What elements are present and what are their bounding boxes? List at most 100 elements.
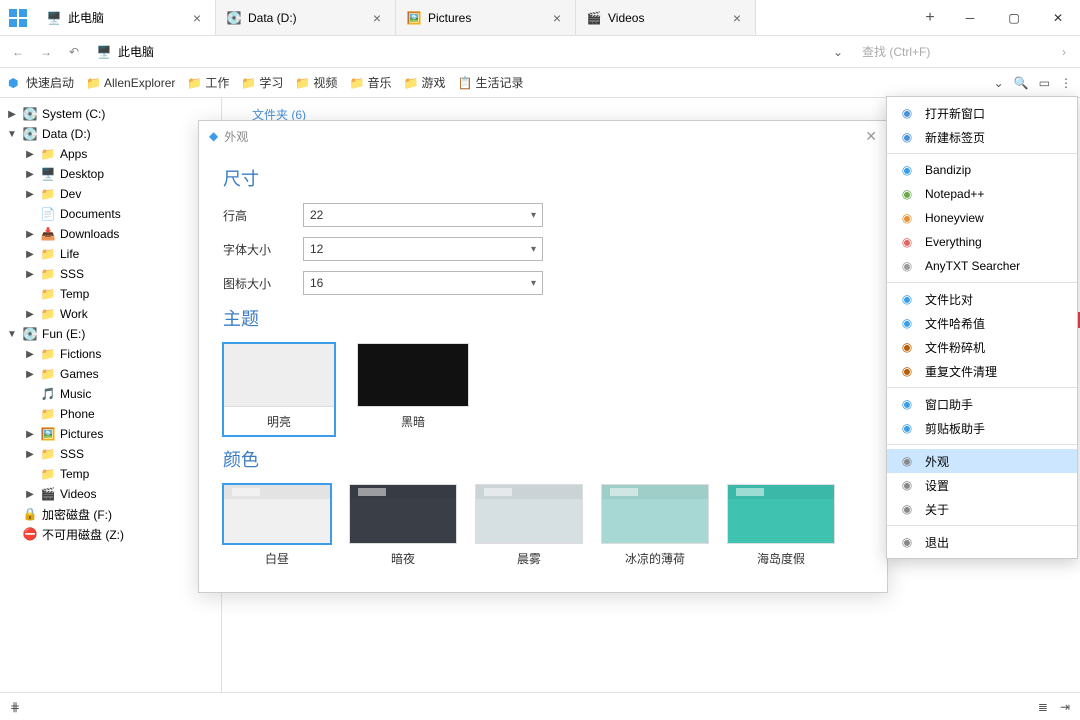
tab-close-icon[interactable]: ×: [729, 10, 745, 26]
tree-item-4[interactable]: ▶📁Dev: [0, 184, 221, 204]
dialog-close-button[interactable]: ✕: [865, 128, 877, 145]
start-button[interactable]: [0, 0, 36, 35]
tree-icon: 📁: [40, 366, 56, 382]
menu-item-1-2[interactable]: ◉Honeyview: [887, 206, 1077, 230]
tree-arrow-icon[interactable]: ▶: [24, 309, 36, 320]
tree-item-9[interactable]: 📁Temp: [0, 284, 221, 304]
bookmark-2[interactable]: 📁工作: [187, 74, 229, 91]
color-card-0[interactable]: 白昼: [223, 484, 331, 567]
bookmark-0[interactable]: ⬢快速启动: [8, 74, 74, 91]
tab-3[interactable]: 🎬Videos×: [576, 0, 756, 35]
tree-item-8[interactable]: ▶📁SSS: [0, 264, 221, 284]
tree-arrow-icon[interactable]: ▼: [6, 129, 18, 140]
nav-undo-button[interactable]: ↶: [62, 40, 86, 64]
select-rowheight[interactable]: 22▾: [303, 203, 543, 227]
tree-item-17[interactable]: ▶📁SSS: [0, 444, 221, 464]
menu-item-2-1[interactable]: ◉文件哈希值: [887, 311, 1077, 335]
tree-arrow-icon[interactable]: ▶: [24, 249, 36, 260]
tree-arrow-icon[interactable]: ▶: [24, 369, 36, 380]
menu-item-2-2[interactable]: ◉文件粉碎机: [887, 335, 1077, 359]
tree-arrow-icon[interactable]: ▶: [6, 109, 18, 120]
tree-item-10[interactable]: ▶📁Work: [0, 304, 221, 324]
theme-card-0[interactable]: 明亮: [223, 343, 335, 436]
nav-forward-button[interactable]: →: [34, 40, 58, 64]
tree-item-1[interactable]: ▼💽Data (D:): [0, 124, 221, 144]
tree-item-3[interactable]: ▶🖥️Desktop: [0, 164, 221, 184]
tree-item-0[interactable]: ▶💽System (C:): [0, 104, 221, 124]
address-path[interactable]: 🖥️ 此电脑: [90, 43, 822, 60]
tree-item-2[interactable]: ▶📁Apps: [0, 144, 221, 164]
tab-close-icon[interactable]: ×: [369, 10, 385, 26]
tab-2[interactable]: 🖼️Pictures×: [396, 0, 576, 35]
menu-item-0-0[interactable]: ◉打开新窗口: [887, 101, 1077, 125]
tree-item-5[interactable]: 📄Documents: [0, 204, 221, 224]
nav-back-button[interactable]: ←: [6, 40, 30, 64]
tree-item-12[interactable]: ▶📁Fictions: [0, 344, 221, 364]
tree-arrow-icon[interactable]: ▶: [24, 189, 36, 200]
bookmark-7[interactable]: 📋生活记录: [457, 74, 523, 91]
status-list-icon[interactable]: ≣: [1038, 700, 1048, 714]
theme-card-1[interactable]: 黑暗: [357, 343, 469, 436]
tab-0[interactable]: 🖥️此电脑×: [36, 0, 216, 35]
new-tab-button[interactable]: +: [912, 0, 948, 35]
menu-item-4-0[interactable]: ◉外观: [887, 449, 1077, 473]
tree-item-15[interactable]: 📁Phone: [0, 404, 221, 424]
tab-close-icon[interactable]: ×: [189, 10, 205, 26]
tree-item-16[interactable]: ▶🖼️Pictures: [0, 424, 221, 444]
tree-item-6[interactable]: ▶📥Downloads: [0, 224, 221, 244]
status-grid-icon[interactable]: ⋕: [10, 700, 20, 714]
panel-icon[interactable]: ▭: [1039, 76, 1050, 90]
menu-item-2-3[interactable]: ◉重复文件清理: [887, 359, 1077, 383]
tree-arrow-icon[interactable]: ▶: [24, 169, 36, 180]
minimize-button[interactable]: ─: [948, 0, 992, 35]
select-iconsize[interactable]: 16▾: [303, 271, 543, 295]
more-icon[interactable]: ⋮: [1060, 76, 1072, 90]
tree-item-21[interactable]: ⛔不可用磁盘 (Z:): [0, 524, 221, 544]
status-indent-icon[interactable]: ⇥: [1060, 700, 1070, 714]
tree-arrow-icon[interactable]: ▶: [24, 489, 36, 500]
select-fontsize[interactable]: 12▾: [303, 237, 543, 261]
bookmark-1[interactable]: 📁AllenExplorer: [86, 74, 175, 91]
search-icon[interactable]: 🔍: [1014, 76, 1029, 90]
menu-item-1-4[interactable]: ◉AnyTXT Searcher: [887, 254, 1077, 278]
menu-item-2-0[interactable]: ◉文件比对: [887, 287, 1077, 311]
tree-arrow-icon[interactable]: ▶: [24, 149, 36, 160]
tree-item-19[interactable]: ▶🎬Videos: [0, 484, 221, 504]
menu-item-4-1[interactable]: ◉设置: [887, 473, 1077, 497]
tree-arrow-icon[interactable]: ▶: [24, 229, 36, 240]
menu-item-1-3[interactable]: ◉Everything: [887, 230, 1077, 254]
menu-item-1-0[interactable]: ◉Bandizip: [887, 158, 1077, 182]
menu-item-4-2[interactable]: ◉关于: [887, 497, 1077, 521]
tree-arrow-icon[interactable]: ▶: [24, 429, 36, 440]
tab-1[interactable]: 💽Data (D:)×: [216, 0, 396, 35]
tree-item-18[interactable]: 📁Temp: [0, 464, 221, 484]
tree-arrow-icon[interactable]: ▼: [6, 329, 18, 340]
expand-icon[interactable]: ⌄: [994, 76, 1004, 90]
tree-item-13[interactable]: ▶📁Games: [0, 364, 221, 384]
bookmark-6[interactable]: 📁游戏: [403, 74, 445, 91]
menu-item-3-1[interactable]: ◉剪贴板助手: [887, 416, 1077, 440]
tree-arrow-icon[interactable]: ▶: [24, 449, 36, 460]
color-card-2[interactable]: 晨雾: [475, 484, 583, 567]
tree-item-20[interactable]: 🔒加密磁盘 (F:): [0, 504, 221, 524]
menu-item-0-1[interactable]: ◉新建标签页: [887, 125, 1077, 149]
menu-item-3-0[interactable]: ◉窗口助手: [887, 392, 1077, 416]
color-card-3[interactable]: 冰凉的薄荷: [601, 484, 709, 567]
menu-item-5-0[interactable]: ◉退出: [887, 530, 1077, 554]
color-card-4[interactable]: 海岛度假: [727, 484, 835, 567]
address-dropdown-button[interactable]: ⌄: [826, 40, 850, 64]
tree-arrow-icon[interactable]: ▶: [24, 349, 36, 360]
color-card-1[interactable]: 暗夜: [349, 484, 457, 567]
bookmark-3[interactable]: 📁学习: [241, 74, 283, 91]
tree-item-7[interactable]: ▶📁Life: [0, 244, 221, 264]
tree-item-14[interactable]: 🎵Music: [0, 384, 221, 404]
menu-item-1-1[interactable]: ◉Notepad++: [887, 182, 1077, 206]
maximize-button[interactable]: ▢: [992, 0, 1036, 35]
tab-close-icon[interactable]: ×: [549, 10, 565, 26]
bookmark-5[interactable]: 📁音乐: [349, 74, 391, 91]
bookmark-4[interactable]: 📁视频: [295, 74, 337, 91]
search-box[interactable]: 查找 (Ctrl+F) ›: [854, 43, 1074, 60]
tree-arrow-icon[interactable]: ▶: [24, 269, 36, 280]
close-button[interactable]: ✕: [1036, 0, 1080, 35]
tree-item-11[interactable]: ▼💽Fun (E:): [0, 324, 221, 344]
